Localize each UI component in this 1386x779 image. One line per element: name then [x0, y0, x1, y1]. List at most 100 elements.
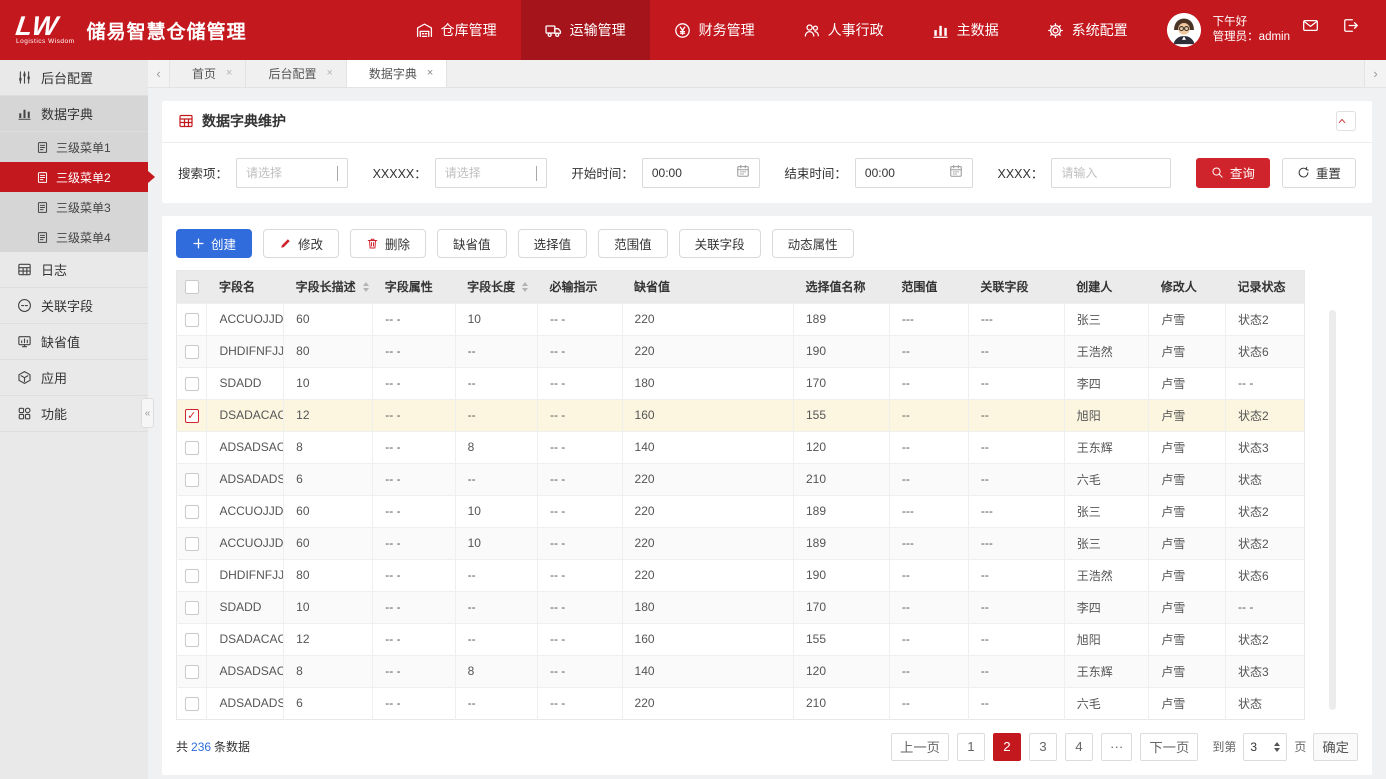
gears-icon	[1047, 22, 1064, 39]
row-checkbox[interactable]	[185, 505, 199, 519]
doc-icon	[36, 231, 49, 244]
tab-label: 数据字典	[369, 65, 417, 82]
time-input[interactable]: 00:00	[855, 158, 973, 188]
sidebar-subitem-4[interactable]: 三级菜单2	[0, 162, 148, 192]
tab-3[interactable]: 数据字典 ×	[347, 60, 447, 87]
topnav-item-4[interactable]: 人事行政	[779, 0, 908, 60]
page-button-2[interactable]: 2	[993, 733, 1021, 761]
row-checkbox[interactable]: ✓	[185, 409, 199, 423]
sidebar-subitem-3[interactable]: 三级菜单1	[0, 132, 148, 162]
goto-suffix: 页	[1294, 738, 1306, 755]
table-cell: 220	[622, 335, 793, 367]
sidebar-item-2[interactable]: 数据字典	[0, 96, 148, 132]
avatar[interactable]	[1167, 13, 1201, 47]
page-button-1[interactable]: 1	[957, 733, 985, 761]
sidebar-item-9[interactable]: 缺省值	[0, 324, 148, 360]
table-cell: 状态2	[1226, 623, 1305, 655]
reset-button[interactable]: 重置	[1282, 158, 1356, 188]
logout-icon	[1342, 17, 1359, 34]
sidebar-item-7[interactable]: 日志	[0, 252, 148, 288]
select-input[interactable]: 请选择	[435, 158, 547, 188]
column-header: 缺省值	[622, 270, 793, 303]
select-all-checkbox[interactable]	[185, 280, 199, 294]
tab-scroll-right-icon[interactable]: ›	[1364, 60, 1386, 87]
text-input[interactable]: 请输入	[1051, 158, 1171, 188]
sidebar-collapse-button[interactable]: «	[141, 398, 154, 428]
people-icon	[803, 22, 820, 39]
column-header-label: 创建人	[1076, 278, 1112, 295]
tab-close-icon[interactable]: ×	[326, 67, 332, 79]
table-cell: --	[455, 687, 537, 719]
topnav-item-6[interactable]: 系统配置	[1023, 0, 1152, 60]
row-checkbox[interactable]	[185, 601, 199, 615]
table-cell: --	[889, 463, 968, 495]
table-panel: 创建修改删除缺省值选择值范围值关联字段动态属性 字段名字段长描述字段属性字段长度…	[162, 216, 1372, 775]
sidebar-item-11[interactable]: 功能	[0, 396, 148, 432]
range-value-button[interactable]: 范围值	[598, 229, 668, 258]
row-checkbox[interactable]	[185, 377, 199, 391]
sidebar-subitem-6[interactable]: 三级菜单4	[0, 222, 148, 252]
sort-icon[interactable]	[522, 282, 528, 292]
select-input[interactable]: 请选择	[236, 158, 348, 188]
table-cell: 180	[622, 367, 793, 399]
related-field-button[interactable]: 关联字段	[679, 229, 761, 258]
default-value-button[interactable]: 缺省值	[437, 229, 507, 258]
sidebar-item-1[interactable]: 后台配置	[0, 60, 148, 96]
sidebar-item-label: 关联字段	[41, 296, 93, 315]
row-checkbox[interactable]	[185, 537, 199, 551]
row-checkbox[interactable]	[185, 313, 199, 327]
table-cell: 六毛	[1064, 463, 1149, 495]
topnav-item-3[interactable]: 财务管理	[650, 0, 779, 60]
tab-1[interactable]: 首页×	[170, 60, 246, 87]
sidebar-item-10[interactable]: 应用	[0, 360, 148, 396]
topnav-item-2[interactable]: 运输管理	[521, 0, 650, 60]
sidebar-item-8[interactable]: 关联字段	[0, 288, 148, 324]
tab-2[interactable]: 后台配置×	[246, 60, 346, 87]
logout-button[interactable]	[1342, 17, 1368, 43]
table-cell: 170	[794, 591, 890, 623]
table-cell: 张三	[1064, 495, 1149, 527]
delete-button[interactable]: 删除	[350, 229, 426, 258]
create-button[interactable]: 创建	[176, 229, 252, 258]
page-ellipsis-button[interactable]: ···	[1101, 733, 1132, 761]
sort-icon[interactable]	[363, 282, 369, 292]
select-value-button[interactable]: 选择值	[518, 229, 588, 258]
time-input[interactable]: 00:00	[642, 158, 760, 188]
row-checkbox[interactable]	[185, 441, 199, 455]
search-field-4: 结束时间：00:00	[784, 158, 973, 188]
stepper-arrows-icon[interactable]	[1274, 742, 1280, 752]
sidebar-subitem-5[interactable]: 三级菜单3	[0, 192, 148, 222]
goto-prefix: 到第	[1212, 738, 1236, 755]
goto-confirm-button[interactable]: 确定	[1313, 733, 1358, 761]
mail-button[interactable]	[1302, 17, 1328, 43]
tab-close-icon[interactable]: ×	[427, 67, 433, 79]
row-checkbox[interactable]	[185, 633, 199, 647]
row-checkbox-cell	[177, 623, 207, 655]
table-cell: --	[889, 399, 968, 431]
row-checkbox[interactable]	[185, 665, 199, 679]
next-page-button[interactable]: 下一页	[1140, 733, 1198, 761]
topnav-item-1[interactable]: 仓库管理	[392, 0, 521, 60]
row-checkbox[interactable]	[185, 345, 199, 359]
content-scroll: 数据字典维护 搜索项：请选择XXXXX：请选择开始时间：00:00结束时间：00…	[148, 88, 1386, 779]
goto-page-stepper[interactable]: 3	[1243, 733, 1287, 761]
page-button-4[interactable]: 4	[1065, 733, 1093, 761]
table-cell: -- -	[537, 399, 622, 431]
content-area: ‹ 首页×后台配置× 数据字典 × › 数据字典维护 搜索项：请选择XXXXX：请选…	[148, 60, 1386, 779]
row-checkbox[interactable]	[185, 473, 199, 487]
panel-collapse-button[interactable]	[1336, 111, 1356, 131]
row-checkbox[interactable]	[185, 697, 199, 711]
table-scrollbar[interactable]	[1329, 310, 1336, 710]
prev-page-button[interactable]: 上一页	[891, 733, 949, 761]
dynamic-attr-button[interactable]: 动态属性	[772, 229, 854, 258]
tab-scroll-left-icon[interactable]: ‹	[148, 60, 170, 87]
topnav-item-5[interactable]: 主数据	[908, 0, 1023, 60]
page-button-3[interactable]: 3	[1029, 733, 1057, 761]
sidebar-item-label: 功能	[41, 404, 67, 423]
edit-button[interactable]: 修改	[263, 229, 339, 258]
tab-close-icon[interactable]: ×	[226, 67, 232, 79]
row-checkbox[interactable]	[185, 569, 199, 583]
query-button[interactable]: 查询	[1196, 158, 1270, 188]
table-cell: 10	[284, 367, 373, 399]
sidebar: 后台配置数据字典三级菜单1三级菜单2三级菜单3三级菜单4日志关联字段缺省值应用功…	[0, 60, 148, 779]
